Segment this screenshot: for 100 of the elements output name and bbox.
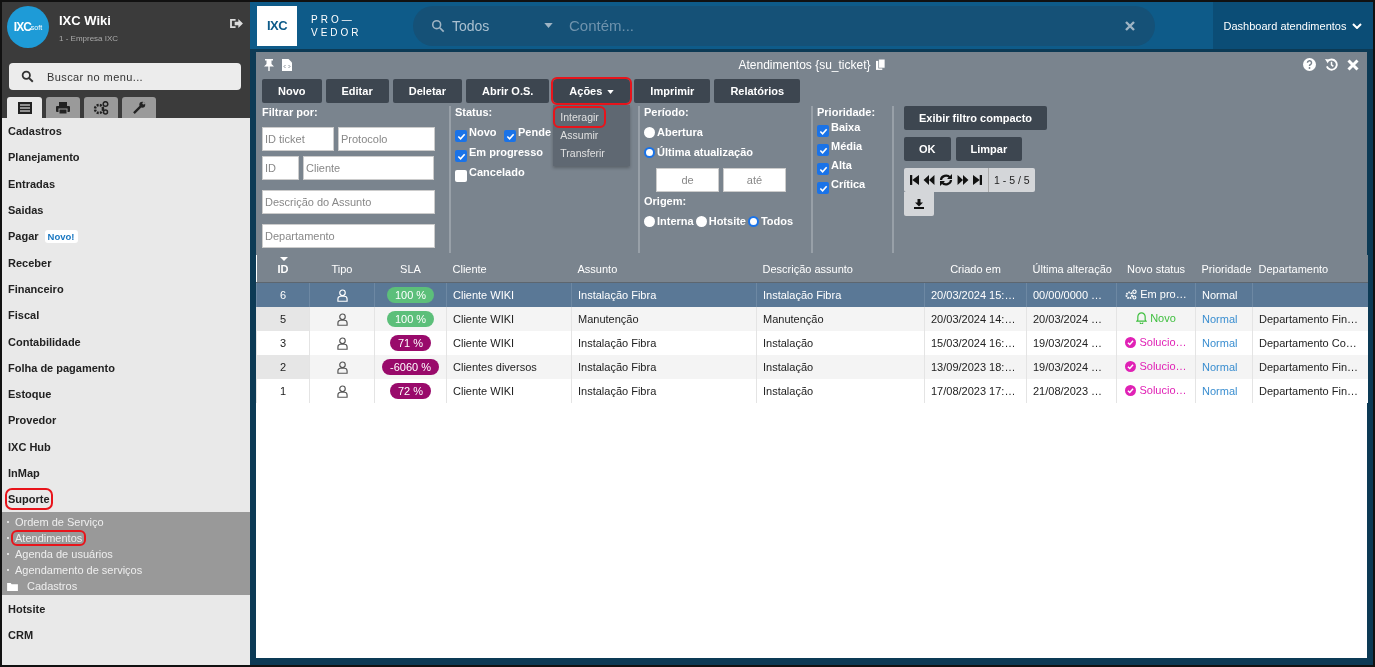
clear-icon[interactable] — [1125, 20, 1135, 31]
menu-item[interactable]: Hotsite — [7, 599, 47, 618]
check-circle-icon — [1125, 360, 1137, 372]
menu-item[interactable]: Folha de pagamento — [7, 358, 116, 377]
table-row[interactable]: 5 100 % Cliente WIKI Manutenção Manutenção 20/03/2024 14:… 20/03/2024 … Novo Normal Departamento Fin… — [256, 307, 1368, 331]
date-field[interactable]: até — [723, 168, 786, 192]
menu-item[interactable]: Pagar — [7, 227, 40, 246]
menu-item[interactable]: Suporte — [7, 490, 51, 509]
filter-field[interactable]: ID — [262, 156, 299, 180]
wrench-tab[interactable] — [122, 97, 156, 118]
column-header[interactable]: Criado em — [924, 255, 1027, 283]
table-row[interactable]: 2 -6060 % Clientes diversos Instalação Fibra Instalação 13/09/2023 18:… 19/03/2024 … Solucio… Normal Departamento Fin… — [256, 355, 1368, 379]
menu-item[interactable]: Contabilidade — [7, 332, 82, 351]
menu-item[interactable]: Receber — [7, 253, 53, 272]
column-header[interactable]: ID — [256, 255, 310, 283]
ok-button[interactable]: OK — [904, 137, 951, 161]
list-tab[interactable] — [7, 97, 42, 118]
help-icon[interactable] — [1303, 58, 1316, 71]
toolbar-button[interactable]: Ações — [553, 79, 631, 103]
menu-item[interactable]: IXC Hub — [7, 437, 52, 456]
print-tab[interactable] — [46, 97, 80, 118]
column-header[interactable]: Novo status — [1116, 255, 1196, 283]
column-header[interactable]: SLA — [374, 255, 447, 283]
filter-field[interactable]: Departamento — [262, 224, 435, 248]
checkbox[interactable] — [817, 163, 829, 175]
table-cell: Manutenção — [578, 313, 639, 325]
column-header[interactable]: Tipo — [309, 255, 375, 283]
pin-icon[interactable] — [264, 58, 274, 71]
checkbox[interactable] — [817, 144, 829, 156]
export-button[interactable] — [904, 192, 934, 216]
search-input[interactable]: Contém... — [567, 16, 1125, 35]
date-field[interactable]: de — [656, 168, 719, 192]
table-cell: 20/03/2024 15:… — [931, 289, 1016, 301]
last-page-icon[interactable] — [973, 175, 982, 185]
clear-button[interactable]: Limpar — [955, 137, 1023, 161]
filter-field[interactable]: Protocolo — [338, 127, 435, 151]
menu-item[interactable]: Estoque — [7, 385, 53, 404]
status-label: Novo — [1136, 312, 1176, 324]
close-icon[interactable] — [1347, 58, 1359, 71]
column-header[interactable]: Cliente — [446, 255, 572, 283]
code-file-icon[interactable] — [282, 58, 292, 71]
table-cell: Instalação — [763, 361, 814, 373]
radio-button[interactable] — [695, 215, 707, 227]
radio-button[interactable] — [644, 126, 655, 138]
menu-item[interactable]: CRM — [7, 625, 35, 644]
checkbox[interactable] — [504, 130, 516, 142]
logout-icon[interactable] — [230, 18, 243, 29]
refresh-icon[interactable] — [939, 174, 953, 186]
column-header[interactable]: Última alteração — [1026, 255, 1117, 283]
global-search-bar[interactable]: Todos Contém... — [413, 5, 1155, 46]
menu-item[interactable]: InMap — [7, 464, 41, 482]
menu-item[interactable]: Provedor — [7, 411, 58, 430]
menu-item[interactable]: Fiscal — [7, 306, 41, 325]
toolbar-button[interactable]: Relatórios — [714, 79, 801, 103]
menu-option[interactable]: Interagir — [555, 108, 604, 126]
menu-option[interactable]: Assumir — [555, 126, 629, 144]
menu-search-field[interactable]: Buscar no menu... — [9, 63, 241, 90]
dashboard-menu[interactable]: Dashboard atendimentos — [1213, 2, 1373, 49]
copy-icon[interactable] — [875, 59, 885, 70]
radio-button[interactable] — [747, 215, 759, 227]
column-header[interactable]: Departamento — [1252, 255, 1368, 283]
toolbar-button[interactable]: Editar — [325, 79, 389, 103]
filter-field[interactable]: Cliente — [303, 156, 434, 180]
gears-tab[interactable] — [84, 97, 118, 118]
filter-heading: Filtrar por: — [262, 106, 318, 120]
menu-item[interactable]: Entradas — [7, 174, 57, 193]
checkbox[interactable] — [455, 170, 467, 182]
menu-item[interactable]: Planejamento — [7, 148, 81, 167]
menu-item[interactable]: Financeiro — [7, 279, 65, 298]
toolbar-button[interactable]: Imprimir — [634, 79, 711, 103]
menu-item[interactable]: Cadastros — [7, 122, 63, 141]
toolbar-button[interactable]: Deletar — [392, 79, 462, 103]
previous-page-icon[interactable] — [923, 175, 935, 185]
checkbox[interactable] — [817, 182, 829, 194]
filter-field[interactable]: Descrição do Assunto — [262, 190, 435, 214]
scope-select[interactable]: Todos — [452, 17, 544, 34]
first-page-icon[interactable] — [910, 175, 919, 185]
table-row[interactable]: 6 100 % Cliente WIKI Instalação Fibra Instalação Fibra 20/03/2024 15:… 00/00/0000 … Em pro… Normal — [256, 282, 1368, 307]
checkbox-label: Em progresso — [469, 146, 543, 158]
column-header[interactable]: Prioridade — [1195, 255, 1253, 283]
radio-button[interactable] — [644, 215, 655, 227]
checkbox[interactable] — [817, 125, 829, 137]
column-header[interactable]: Assunto — [571, 255, 757, 283]
user-icon — [336, 336, 348, 350]
search-input[interactable]: Buscar no menu... — [45, 69, 219, 84]
next-page-icon[interactable] — [957, 175, 969, 185]
checkbox[interactable] — [455, 150, 467, 162]
checkbox[interactable] — [455, 130, 467, 142]
checkbox-label: Novo — [469, 126, 497, 138]
history-icon[interactable] — [1325, 58, 1338, 71]
toolbar-button[interactable]: Novo — [262, 79, 322, 103]
menu-option[interactable]: Transferir — [555, 144, 629, 162]
filter-field[interactable]: ID ticket — [262, 127, 334, 151]
radio-button[interactable] — [644, 146, 655, 158]
compact-filter-button[interactable]: Exibir filtro compacto — [904, 106, 1048, 130]
menu-item[interactable]: Saidas — [7, 201, 45, 220]
column-header[interactable]: Descrição assunto — [756, 255, 925, 283]
toolbar-button[interactable]: Abrir O.S. — [466, 79, 550, 103]
window-title: Atendimentos {su_ticket} — [738, 57, 871, 72]
table-cell: Departamento Co… — [1259, 337, 1357, 349]
